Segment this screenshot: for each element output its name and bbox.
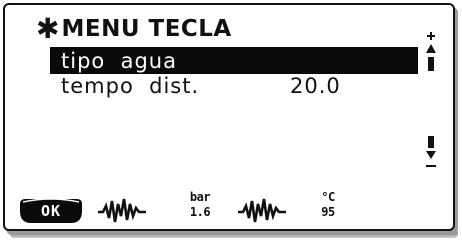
temperature-value: 95 bbox=[321, 205, 335, 219]
pressure-unit: bar bbox=[189, 190, 211, 204]
temperature-unit: °C bbox=[321, 190, 335, 204]
page-title: MENU TECLA bbox=[61, 16, 232, 42]
scroll-down-icon[interactable] bbox=[425, 136, 437, 170]
pressure-value: 1.6 bbox=[189, 205, 211, 219]
scroll-up-icon[interactable] bbox=[425, 32, 437, 76]
asterisk-icon: ✱ bbox=[36, 12, 60, 45]
ok-label: OK bbox=[40, 202, 62, 220]
menu-item-label: tipo agua bbox=[61, 48, 177, 73]
temperature-softkey[interactable]: °C 95 bbox=[315, 190, 341, 228]
display-shadow bbox=[10, 232, 458, 238]
menu-item-value: 20.0 bbox=[290, 73, 341, 98]
header: ✱ MENU TECLA bbox=[36, 14, 232, 44]
waveform-icon[interactable] bbox=[97, 192, 147, 230]
ok-button[interactable]: OK bbox=[19, 198, 83, 224]
softkey-bar: OK bar 1.6 °C 95 bbox=[19, 188, 439, 228]
menu-item-tipo-agua[interactable]: tipo agua bbox=[50, 47, 418, 74]
waveform-icon[interactable] bbox=[237, 192, 287, 230]
lcd-display: ✱ MENU TECLA tipo agua tempo dist. 20.0 … bbox=[3, 3, 455, 231]
menu-item-label: tempo dist. bbox=[61, 73, 200, 98]
menu-item-tempo-dist[interactable]: tempo dist. 20.0 bbox=[50, 72, 418, 99]
pressure-softkey[interactable]: bar 1.6 bbox=[187, 190, 213, 228]
